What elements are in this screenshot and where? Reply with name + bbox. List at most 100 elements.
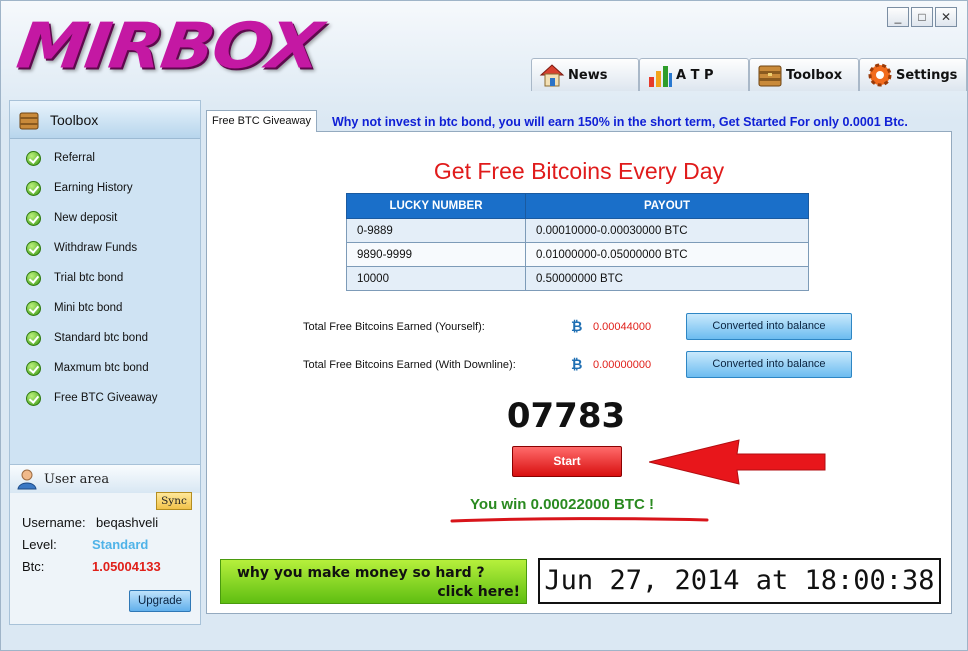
sidebar-item-standard-btc-bond[interactable]: Standard btc bond (10, 323, 200, 353)
promo-line-1: why you make money so hard ? (237, 565, 485, 581)
home-icon (538, 61, 566, 89)
bitcoin-icon: ₿ (571, 356, 583, 372)
level-label: Level: (22, 537, 57, 552)
promo-marquee: Why not invest in btc bond, you will ear… (332, 115, 908, 129)
user-icon (16, 468, 38, 490)
red-arrow-icon (649, 439, 826, 485)
username-row: Username: beqashveli (22, 515, 158, 530)
table-cell: 0-9889 (346, 218, 526, 243)
check-icon (26, 300, 41, 316)
sidebar-item-maxmum-btc-bond[interactable]: Maxmum btc bond (10, 353, 200, 383)
sidebar-menu: Referral Earning History New deposit Wit… (10, 139, 200, 413)
sidebar-item-label: Free BTC Giveaway (54, 392, 158, 404)
user-area-title: User area (44, 471, 110, 487)
sidebar-item-label: Mini btc bond (54, 302, 123, 314)
bar-chart-icon (646, 61, 674, 89)
sidebar-item-label: Earning History (54, 182, 133, 194)
table-cell: 0.00010000-0.00030000 BTC (525, 218, 809, 243)
check-icon (26, 240, 41, 256)
table-cell: 0.01000000-0.05000000 BTC (525, 242, 809, 267)
sidebar-item-label: Withdraw Funds (54, 242, 138, 254)
table-row: 9890-9999 0.01000000-0.05000000 BTC (346, 242, 809, 267)
convert-self-button[interactable]: Converted into balance (686, 313, 852, 340)
earned-self-value: 0.00044000 (593, 321, 652, 333)
payout-table: LUCKY NUMBER PAYOUT 0-9889 0.00010000-0.… (346, 193, 809, 291)
check-icon (26, 390, 41, 406)
sidebar-item-mini-btc-bond[interactable]: Mini btc bond (10, 293, 200, 323)
mirbox-logo: MIRBOX (12, 9, 325, 83)
nav-toolbox-label: Toolbox (786, 67, 843, 83)
sync-button[interactable]: Sync (156, 492, 192, 510)
red-underline-icon (450, 517, 709, 523)
column-header-lucky-number: LUCKY NUMBER (346, 193, 526, 219)
table-cell: 0.50000000 BTC (525, 266, 809, 291)
date-time-display: Jun 27, 2014 at 18:00:38 (538, 558, 941, 604)
level-row: Level: Standard (22, 537, 148, 552)
check-icon (26, 270, 41, 286)
earned-downline-value: 0.00000000 (593, 359, 652, 371)
maximize-button[interactable]: □ (911, 7, 933, 27)
nav-atp-button[interactable]: A T P (639, 58, 749, 91)
btc-row: Btc: 1.05004133 (22, 559, 161, 574)
btc-balance-value: 1.05004133 (92, 559, 161, 574)
table-row: 10000 0.50000000 BTC (346, 266, 809, 291)
convert-downline-button[interactable]: Converted into balance (686, 351, 852, 378)
check-icon (26, 210, 41, 226)
sidebar-item-referral[interactable]: Referral (10, 143, 200, 173)
sidebar-item-label: Maxmum btc bond (54, 362, 149, 374)
giveaway-panel: Get Free Bitcoins Every Day LUCKY NUMBER… (206, 131, 952, 614)
earned-self-label: Total Free Bitcoins Earned (Yourself): (303, 321, 485, 333)
sidebar-item-label: New deposit (54, 212, 118, 224)
check-icon (26, 150, 41, 166)
nav-toolbox-button[interactable]: Toolbox (749, 58, 859, 91)
table-row: 0-9889 0.00010000-0.00030000 BTC (346, 218, 809, 243)
top-nav: News A T P Toolbox Settings (531, 58, 967, 91)
gear-icon (866, 61, 894, 89)
sidebar-item-label: Trial btc bond (54, 272, 124, 284)
app-window: MIRBOX _ □ ✕ News A T P Toolbox Settings… (0, 0, 968, 651)
bitcoin-icon: ₿ (571, 318, 583, 334)
nav-atp-label: A T P (676, 67, 714, 83)
check-icon (26, 330, 41, 346)
username-value: beqashveli (96, 515, 159, 530)
sidebar-item-new-deposit[interactable]: New deposit (10, 203, 200, 233)
sidebar-header: Toolbox (10, 101, 200, 139)
sidebar-item-trial-btc-bond[interactable]: Trial btc bond (10, 263, 200, 293)
column-header-payout: PAYOUT (525, 193, 809, 219)
btc-label: Btc: (22, 559, 45, 574)
nav-settings-label: Settings (896, 67, 958, 83)
promo-line-2: click here! (437, 584, 520, 600)
check-icon (26, 360, 41, 376)
check-icon (26, 180, 41, 196)
table-cell: 10000 (346, 266, 526, 291)
nav-news-label: News (568, 67, 608, 83)
page-title: Get Free Bitcoins Every Day (433, 158, 725, 184)
sidebar-title: Toolbox (50, 111, 99, 128)
level-value: Standard (92, 537, 149, 552)
sidebar-item-free-btc-giveaway[interactable]: Free BTC Giveaway (10, 383, 200, 413)
window-controls: _ □ ✕ (887, 7, 957, 27)
tab-free-btc-giveaway[interactable]: Free BTC Giveaway (206, 110, 317, 132)
earned-downline-label: Total Free Bitcoins Earned (With Downlin… (303, 359, 516, 371)
toolbox-icon (756, 61, 784, 89)
sidebar-item-label: Referral (54, 152, 95, 164)
lucky-number: 07783 (506, 396, 626, 436)
win-message: You win 0.00022000 BTC ! (470, 496, 654, 513)
close-button[interactable]: ✕ (935, 7, 957, 27)
username-label: Username: (22, 515, 86, 530)
table-header-row: LUCKY NUMBER PAYOUT (346, 193, 809, 219)
nav-news-button[interactable]: News (531, 58, 639, 91)
user-area-header: User area (10, 465, 200, 493)
start-button[interactable]: Start (512, 446, 622, 477)
user-area: User area Sync Username: beqashveli Leve… (10, 464, 200, 624)
table-cell: 9890-9999 (346, 242, 526, 267)
upgrade-button[interactable]: Upgrade (129, 590, 191, 612)
sidebar: Toolbox Referral Earning History New dep… (9, 100, 201, 625)
nav-settings-button[interactable]: Settings (859, 58, 967, 91)
sidebar-item-earning-history[interactable]: Earning History (10, 173, 200, 203)
minimize-button[interactable]: _ (887, 7, 909, 27)
promo-banner[interactable]: why you make money so hard ? click here! (220, 559, 527, 604)
sidebar-item-label: Standard btc bond (54, 332, 148, 344)
sidebar-item-withdraw-funds[interactable]: Withdraw Funds (10, 233, 200, 263)
toolbox-icon (18, 109, 40, 131)
